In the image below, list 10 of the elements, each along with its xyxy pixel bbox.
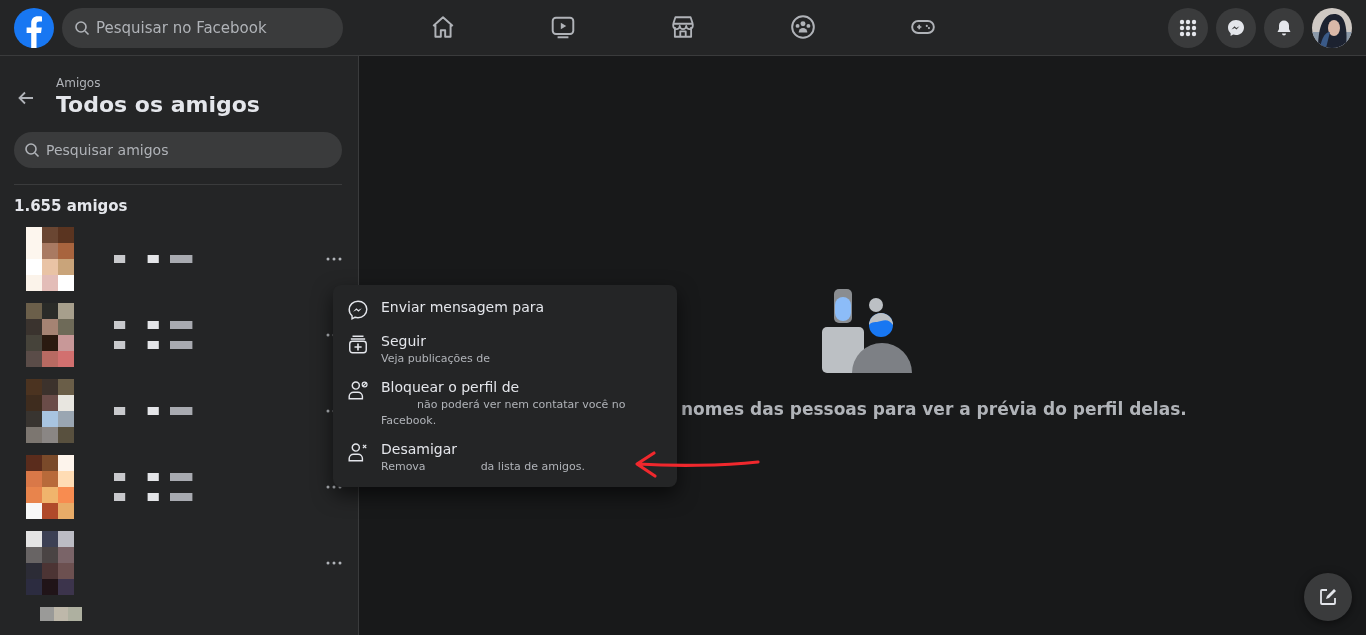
page-title: Todos os amigos — [56, 91, 260, 119]
menu-item[interactable]: Desamigar Remova da lista de amigos. — [341, 435, 669, 479]
search-field[interactable]: Pesquisar amigos — [14, 132, 342, 168]
menu-item[interactable]: Seguir Veja publicações de — [341, 327, 669, 371]
friend-count: 1.655 amigos — [14, 197, 129, 215]
breadcrumb[interactable]: Amigos — [56, 76, 260, 90]
search-field[interactable]: Pesquisar no Facebook — [62, 7, 343, 48]
empty-state-message: nomes das pessoas para ver a prévia do perfil delas. — [681, 399, 1187, 419]
menu-item[interactable]: Enviar mensagem para — [341, 293, 669, 325]
menu-item[interactable]: Bloquear o perfil de não poderá ver nem contatar você no Facebook. — [341, 373, 669, 433]
